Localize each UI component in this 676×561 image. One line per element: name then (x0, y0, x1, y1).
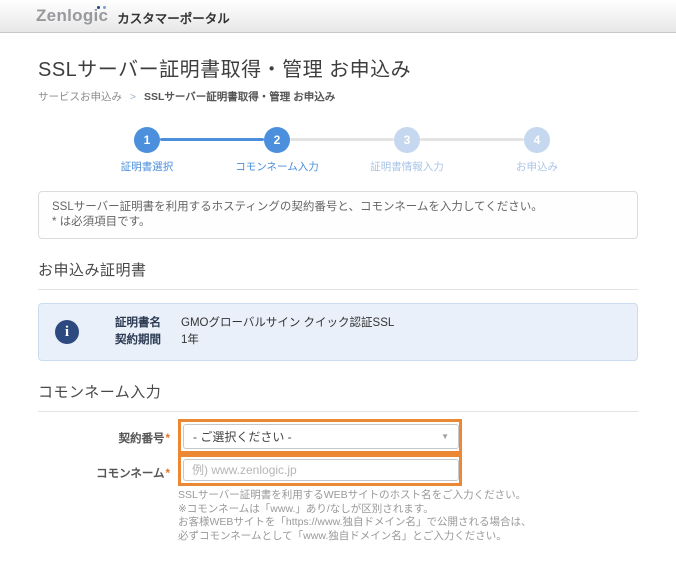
step-1-certificate-select: 1 証明書選択 (82, 127, 212, 174)
chevron-down-icon: ▼ (441, 432, 449, 441)
step-4-circle: 4 (524, 127, 550, 153)
contract-period-label: 契約期間 (115, 334, 161, 346)
breadcrumb-parent-link[interactable]: サービスお申込み (38, 91, 122, 103)
step-3-circle: 3 (394, 127, 420, 153)
certificate-details: 証明書名 GMOグローバルサイン クイック認証SSL 契約期間 1年 (115, 315, 394, 349)
contract-number-row: 契約番号* - ご選択ください - ▼ (38, 419, 638, 454)
step-4-label: お申込み (516, 161, 558, 173)
help-line-4: 必ずコモンネームとして「www.独自ドメイン名」とご入力ください。 (178, 529, 507, 542)
common-name-section: コモンネーム入力 契約番号* - ご選択ください - ▼ コモンネーム* 例) … (38, 381, 638, 543)
step-3-certificate-info: 3 証明書情報入力 (290, 127, 472, 174)
notice-box: SSLサーバー証明書を利用するホスティングの契約番号と、コモンネームを入力してく… (38, 191, 638, 239)
common-name-help-text: SSLサーバー証明書を利用するWEBサイトのホスト名をご入力ください。 ※コモン… (178, 489, 638, 543)
help-line-2: ※コモンネームは「www.」あり/なしが区別されます。 (178, 502, 434, 515)
step-2-common-name: 2 コモンネーム入力 (160, 127, 342, 174)
contract-number-select[interactable]: - ご選択ください - ▼ (183, 424, 459, 449)
step-4-apply: 4 お申込み (420, 127, 602, 174)
contract-number-highlight-box: - ご選択ください - ▼ (178, 419, 462, 454)
notice-line-1: SSLサーバー証明書を利用するホスティングの契約番号と、コモンネームを入力してく… (52, 201, 543, 213)
step-1-label: 証明書選択 (120, 161, 174, 173)
logo-dot-light-icon (103, 6, 106, 9)
breadcrumb-separator: > (129, 91, 137, 103)
step-1-circle: 1 (134, 127, 160, 153)
breadcrumb: サービスお申込み > SSLサーバー証明書取得・管理 お申込み (38, 89, 638, 104)
certificate-name-label: 証明書名 (115, 317, 161, 329)
page: Zenlogic カスタマーポータル SSLサーバー証明書取得・管理 お申込み … (0, 0, 676, 561)
contract-number-selected-value: - ご選択ください - (193, 430, 292, 444)
step-2-label: コモンネーム入力 (235, 161, 319, 173)
certificate-name-row: 証明書名 GMOグローバルサイン クイック認証SSL (115, 315, 394, 332)
app-header: Zenlogic カスタマーポータル (0, 0, 676, 33)
required-mark: * (165, 468, 170, 480)
certificate-section: お申込み証明書 i 証明書名 GMOグローバルサイン クイック認証SSL 契約期… (38, 259, 638, 361)
common-name-row: コモンネーム* (38, 454, 638, 486)
step-3-label: 証明書情報入力 (370, 161, 444, 173)
page-title: SSLサーバー証明書取得・管理 お申込み (38, 59, 412, 81)
common-name-form: 契約番号* - ご選択ください - ▼ コモンネーム* 例) www.zenlo… (38, 419, 638, 543)
main-content: SSLサーバー証明書取得・管理 お申込み サービスお申込み > SSLサーバー証… (0, 53, 676, 561)
progress-stepper: 1 証明書選択 2 コモンネーム入力 3 証明書情報入力 4 お申込み (82, 127, 602, 174)
step-2-circle: 2 (264, 127, 290, 153)
common-name-label: コモンネーム* (38, 454, 178, 486)
portal-label: カスタマーポータル (117, 11, 230, 26)
contract-number-label: 契約番号* (38, 419, 178, 454)
required-mark: * (165, 433, 170, 445)
certificate-section-heading: お申込み証明書 (38, 259, 638, 290)
common-name-highlight-box (178, 454, 462, 486)
contract-period-value: 1年 (181, 334, 199, 346)
certificate-info-box: i 証明書名 GMOグローバルサイン クイック認証SSL 契約期間 1年 (38, 303, 638, 361)
zenlogic-logo[interactable]: Zenlogic (36, 6, 108, 26)
help-line-1: SSLサーバー証明書を利用するWEBサイトのホスト名をご入力ください。 (178, 489, 527, 501)
common-name-label-text: コモンネーム (96, 468, 165, 480)
info-icon: i (55, 320, 79, 344)
common-name-section-heading: コモンネーム入力 (38, 381, 638, 412)
common-name-input[interactable] (183, 459, 459, 481)
help-line-3: お客様WEBサイトを「https://www.独自ドメイン名」で公開される場合は… (178, 516, 532, 528)
contract-period-row: 契約期間 1年 (115, 332, 394, 349)
notice-line-2: * は必須項目です。 (52, 216, 151, 228)
breadcrumb-current: SSLサーバー証明書取得・管理 お申込み (143, 91, 336, 103)
logo-dot-dark-icon (97, 6, 100, 9)
certificate-name-value: GMOグローバルサイン クイック認証SSL (181, 317, 395, 329)
contract-number-label-text: 契約番号 (118, 433, 165, 445)
